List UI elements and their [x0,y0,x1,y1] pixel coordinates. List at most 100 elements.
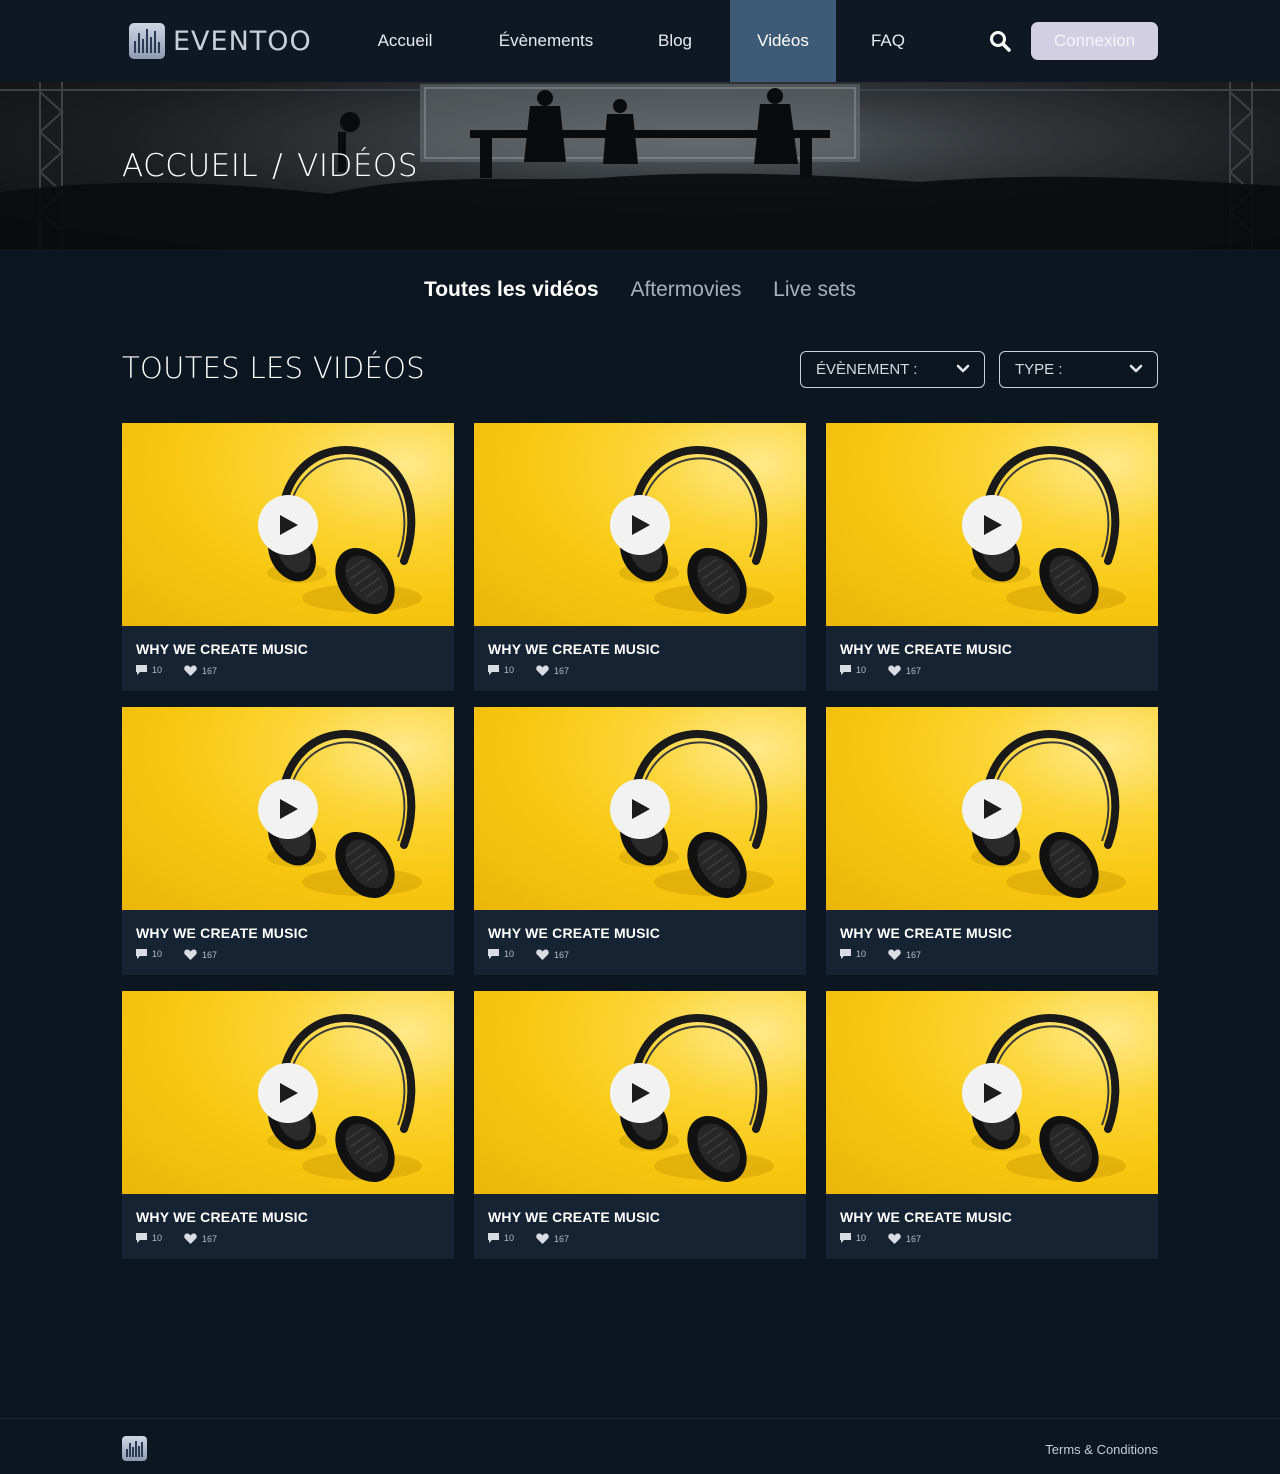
chevron-down-icon [956,364,970,373]
tab-all-videos[interactable]: Toutes les vidéos [424,278,599,302]
video-card[interactable]: WHY WE CREATE MUSIC 10 167 [122,707,454,975]
play-button[interactable] [610,495,670,555]
video-card[interactable]: WHY WE CREATE MUSIC 10 167 [826,423,1158,691]
play-button[interactable] [258,495,318,555]
comment-icon [840,949,851,959]
like-count[interactable]: 167 [184,949,217,960]
video-card[interactable]: WHY WE CREATE MUSIC 10 167 [474,423,806,691]
video-title[interactable]: WHY WE CREATE MUSIC [840,641,1012,657]
nav-item-evenements[interactable]: Évènements [482,0,610,82]
login-button[interactable]: Connexion [1031,22,1158,60]
nav-item-faq[interactable]: FAQ [856,0,920,82]
top-navbar: EVENTOO Accueil Évènements Blog Vidéos F… [0,0,1280,82]
footer-logo-icon[interactable] [122,1436,147,1461]
like-count[interactable]: 167 [888,1233,921,1244]
video-title[interactable]: WHY WE CREATE MUSIC [840,925,1012,941]
video-thumbnail[interactable] [474,707,806,910]
video-thumbnail[interactable] [122,423,454,626]
comment-icon [136,949,147,959]
video-card[interactable]: WHY WE CREATE MUSIC 10 167 [122,991,454,1259]
play-icon [280,1083,298,1103]
brand-name: EVENTOO [173,25,312,57]
video-title[interactable]: WHY WE CREATE MUSIC [488,925,660,941]
comment-count: 10 [136,949,162,959]
terms-link[interactable]: Terms & Conditions [1045,1442,1158,1457]
type-filter-select[interactable]: TYPE : [999,351,1158,388]
video-thumbnail[interactable] [122,991,454,1194]
heart-icon [536,665,549,676]
video-card[interactable]: WHY WE CREATE MUSIC 10 167 [474,991,806,1259]
breadcrumb-separator: / [272,148,284,184]
heart-icon [888,1233,901,1244]
video-title[interactable]: WHY WE CREATE MUSIC [488,641,660,657]
logo-icon [129,23,165,59]
like-count[interactable]: 167 [184,1233,217,1244]
play-icon [984,1083,1002,1103]
breadcrumb-home[interactable]: ACCUEIL [122,148,258,184]
video-thumbnail[interactable] [474,991,806,1194]
play-icon [632,1083,650,1103]
video-title[interactable]: WHY WE CREATE MUSIC [840,1209,1012,1225]
brand-logo[interactable]: EVENTOO [129,22,312,60]
video-thumbnail[interactable] [474,423,806,626]
like-count[interactable]: 167 [536,665,569,676]
nav-item-videos[interactable]: Vidéos [730,0,836,82]
comment-count: 10 [488,665,514,675]
tab-aftermovies[interactable]: Aftermovies [630,278,741,302]
play-icon [632,799,650,819]
like-count[interactable]: 167 [536,1233,569,1244]
video-title[interactable]: WHY WE CREATE MUSIC [488,1209,660,1225]
play-button[interactable] [258,1063,318,1123]
nav-item-accueil[interactable]: Accueil [360,0,450,82]
play-button[interactable] [610,1063,670,1123]
video-thumbnail[interactable] [122,707,454,910]
chevron-down-icon [1129,364,1143,373]
type-filter-label: TYPE : [1015,361,1063,378]
heart-icon [184,1233,197,1244]
video-thumbnail[interactable] [826,991,1158,1194]
like-count[interactable]: 167 [888,665,921,676]
comment-count: 10 [488,949,514,959]
video-card[interactable]: WHY WE CREATE MUSIC 10 167 [122,423,454,691]
play-button[interactable] [962,495,1022,555]
play-icon [280,799,298,819]
play-icon [984,799,1002,819]
play-button[interactable] [258,779,318,839]
video-card[interactable]: WHY WE CREATE MUSIC 10 167 [826,707,1158,975]
comment-count: 10 [840,665,866,675]
comment-icon [488,949,499,959]
comment-count: 10 [840,1233,866,1243]
video-title[interactable]: WHY WE CREATE MUSIC [136,641,308,657]
event-filter-select[interactable]: ÉVÈNEMENT : [800,351,985,388]
heart-icon [536,1233,549,1244]
video-card[interactable]: WHY WE CREATE MUSIC 10 167 [826,991,1158,1259]
heart-icon [888,949,901,960]
video-title[interactable]: WHY WE CREATE MUSIC [136,1209,308,1225]
like-count[interactable]: 167 [888,949,921,960]
like-count[interactable]: 167 [184,665,217,676]
play-button[interactable] [610,779,670,839]
play-button[interactable] [962,1063,1022,1123]
video-card[interactable]: WHY WE CREATE MUSIC 10 167 [474,707,806,975]
play-icon [984,515,1002,535]
comment-count: 10 [136,665,162,675]
heart-icon [184,665,197,676]
video-thumbnail[interactable] [826,423,1158,626]
like-count[interactable]: 167 [536,949,569,960]
play-icon [632,515,650,535]
section-title: TOUTES LES VIDÉOS [122,351,425,385]
video-thumbnail[interactable] [826,707,1158,910]
comment-count: 10 [488,1233,514,1243]
comment-count: 10 [136,1233,162,1243]
nav-item-blog[interactable]: Blog [640,0,710,82]
heart-icon [536,949,549,960]
breadcrumb-current: VIDÉOS [297,148,418,184]
tab-live-sets[interactable]: Live sets [773,278,856,302]
breadcrumb: ACCUEIL / VIDÉOS [122,148,418,184]
search-icon[interactable] [989,30,1011,52]
play-button[interactable] [962,779,1022,839]
comment-icon [136,665,147,675]
footer: Terms & Conditions [0,1418,1280,1474]
comment-icon [136,1233,147,1243]
video-title[interactable]: WHY WE CREATE MUSIC [136,925,308,941]
